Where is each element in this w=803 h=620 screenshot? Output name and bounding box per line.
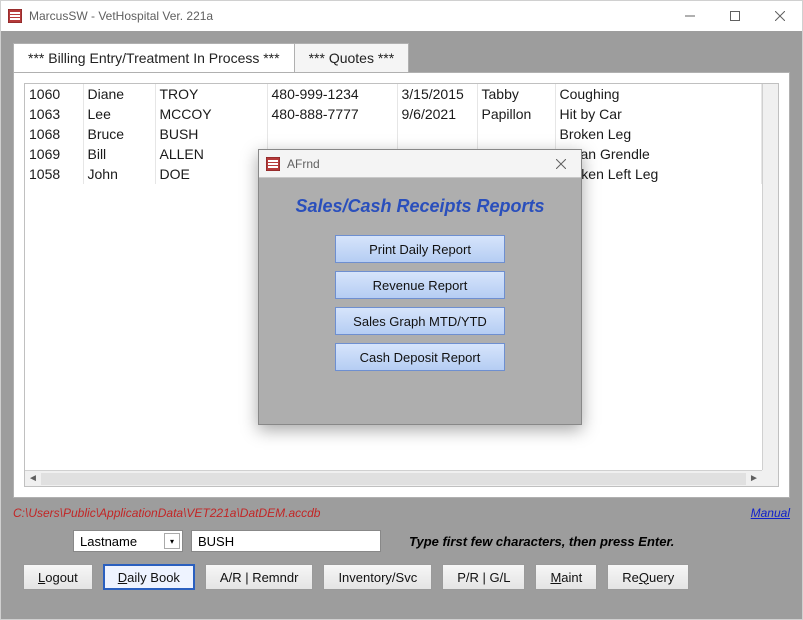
- dialog-buttons: Print Daily Report Revenue Report Sales …: [259, 235, 581, 371]
- tab-bar: *** Billing Entry/Treatment In Process *…: [13, 43, 790, 72]
- maximize-button[interactable]: [712, 1, 757, 31]
- dialog-title: AFrnd: [287, 157, 541, 171]
- status-line: C:\Users\Public\ApplicationData\VET221a\…: [13, 506, 790, 520]
- logout-button[interactable]: Logout: [23, 564, 93, 590]
- db-path: C:\Users\Public\ApplicationData\VET221a\…: [13, 506, 320, 520]
- cell-date[interactable]: 3/15/2015: [397, 84, 477, 104]
- maint-button[interactable]: Maint: [535, 564, 597, 590]
- daily-book-button[interactable]: Daily Book: [103, 564, 195, 590]
- dialog-close-button[interactable]: [541, 150, 581, 178]
- app-icon: [7, 8, 23, 24]
- cell-last[interactable]: TROY: [155, 84, 267, 104]
- main-button-row: Logout Daily Book A/R | Remndr Inventory…: [13, 564, 790, 590]
- table-row[interactable]: 1068 Bruce BUSH Broken Leg: [25, 124, 762, 144]
- search-hint: Type first few characters, then press En…: [409, 534, 674, 549]
- search-input[interactable]: [191, 530, 381, 552]
- cell-phone[interactable]: 480-999-1234: [267, 84, 397, 104]
- cell-breed[interactable]: Tabby: [477, 84, 555, 104]
- close-icon: [556, 159, 566, 169]
- combo-value: Lastname: [80, 534, 137, 549]
- revenue-report-button[interactable]: Revenue Report: [335, 271, 505, 299]
- cell-issue[interactable]: Coughing: [555, 84, 762, 104]
- scroll-right-icon[interactable]: ►: [746, 471, 762, 487]
- table-row[interactable]: 1060 Diane TROY 480-999-1234 3/15/2015 T…: [25, 84, 762, 104]
- minimize-button[interactable]: [667, 1, 712, 31]
- pr-gl-button[interactable]: P/R | G/L: [442, 564, 525, 590]
- content-area: *** Billing Entry/Treatment In Process *…: [1, 31, 802, 619]
- cell-id[interactable]: 1060: [25, 84, 83, 104]
- scroll-corner: [762, 470, 778, 486]
- scroll-thumb[interactable]: [41, 473, 746, 485]
- search-row: Lastname ▾ Type first few characters, th…: [13, 530, 790, 552]
- scroll-left-icon[interactable]: ◄: [25, 471, 41, 487]
- print-daily-report-button[interactable]: Print Daily Report: [335, 235, 505, 263]
- window-controls: [667, 1, 802, 31]
- cash-deposit-report-button[interactable]: Cash Deposit Report: [335, 343, 505, 371]
- dialog-titlebar[interactable]: AFrnd: [259, 150, 581, 178]
- dialog-heading: Sales/Cash Receipts Reports: [259, 196, 581, 217]
- window-title: MarcusSW - VetHospital Ver. 221a: [29, 9, 667, 23]
- cell-first[interactable]: Diane: [83, 84, 155, 104]
- manual-link[interactable]: Manual: [751, 506, 790, 520]
- close-button[interactable]: [757, 1, 802, 31]
- table-row[interactable]: 1063 Lee MCCOY 480-888-7777 9/6/2021 Pap…: [25, 104, 762, 124]
- sales-graph-button[interactable]: Sales Graph MTD/YTD: [335, 307, 505, 335]
- titlebar: MarcusSW - VetHospital Ver. 221a: [1, 1, 802, 31]
- tab-quotes[interactable]: *** Quotes ***: [294, 43, 410, 72]
- tab-billing-entry[interactable]: *** Billing Entry/Treatment In Process *…: [13, 43, 295, 72]
- ar-reminder-button[interactable]: A/R | Remndr: [205, 564, 314, 590]
- horizontal-scrollbar[interactable]: ◄ ►: [25, 470, 762, 486]
- chevron-down-icon[interactable]: ▾: [164, 533, 180, 549]
- requery-button[interactable]: ReQuery: [607, 564, 689, 590]
- search-field-combo[interactable]: Lastname ▾: [73, 530, 183, 552]
- inventory-button[interactable]: Inventory/Svc: [323, 564, 432, 590]
- vertical-scrollbar[interactable]: [762, 84, 778, 470]
- reports-dialog: AFrnd Sales/Cash Receipts Reports Print …: [258, 149, 582, 425]
- app-window: MarcusSW - VetHospital Ver. 221a *** Bil…: [0, 0, 803, 620]
- form-icon: [265, 156, 281, 172]
